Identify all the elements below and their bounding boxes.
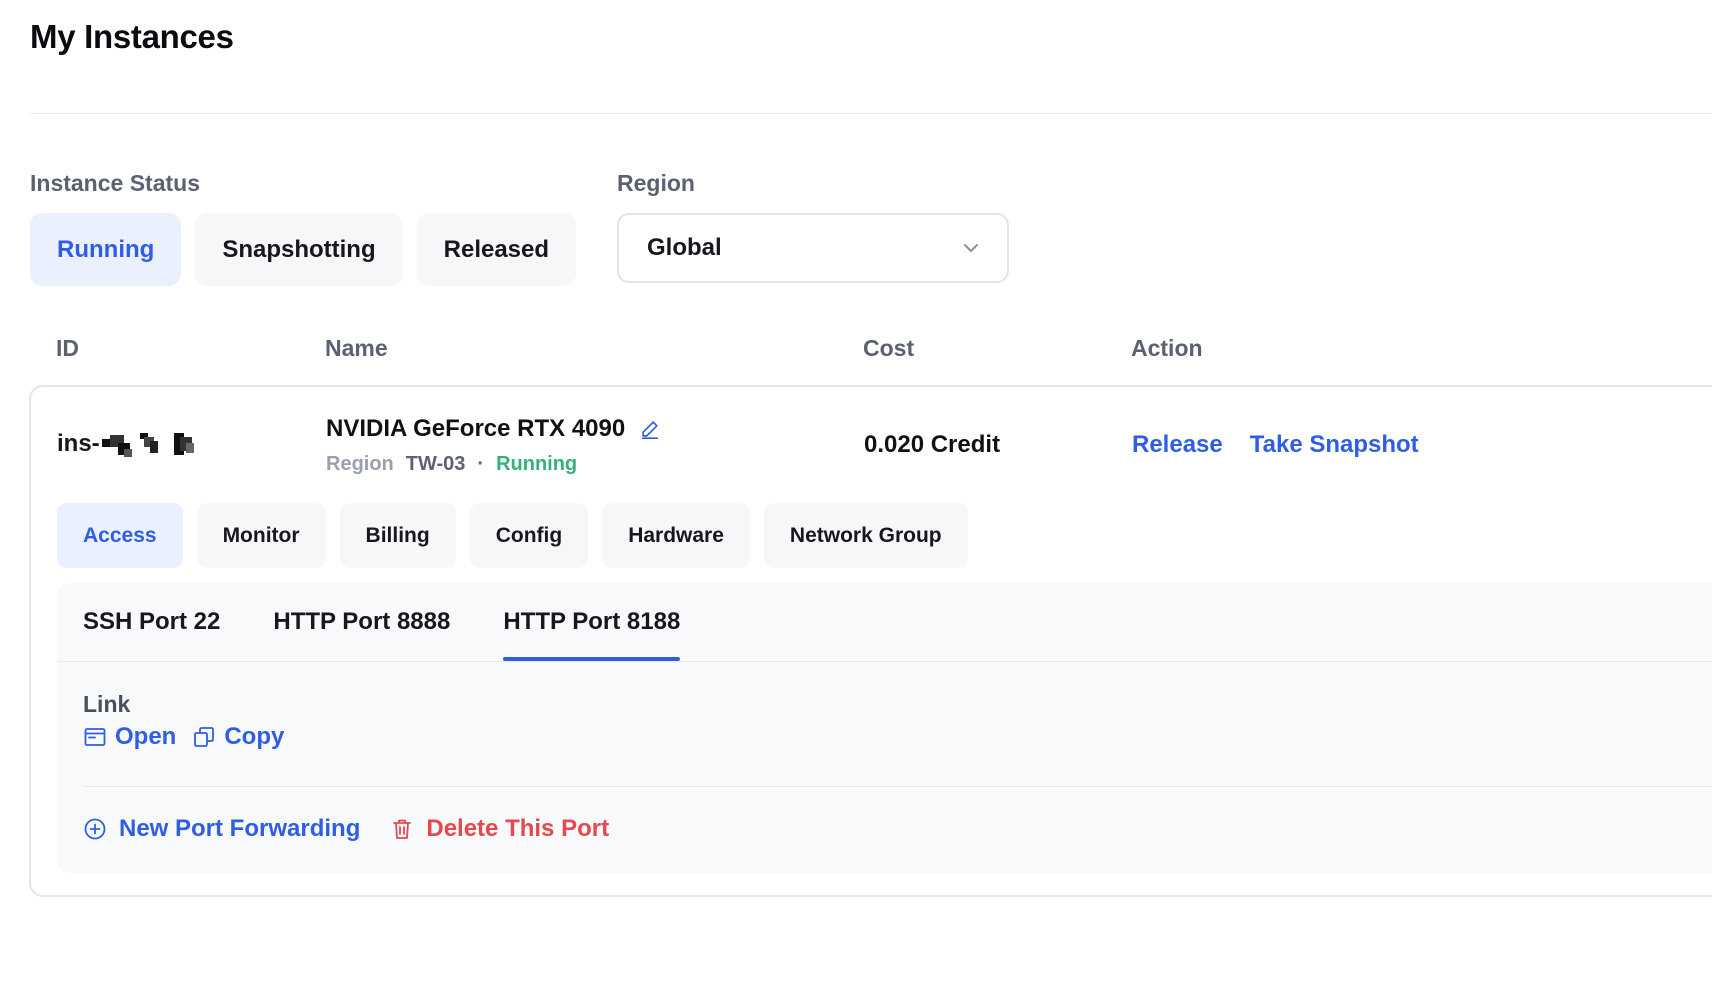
- status-filter-released[interactable]: Released: [416, 213, 577, 286]
- tab-network-group[interactable]: Network Group: [763, 503, 968, 568]
- delete-port-button[interactable]: Delete This Port: [390, 815, 609, 843]
- header-divider: [30, 113, 1712, 114]
- region-select-value: Global: [647, 234, 722, 261]
- status-filter-group: Running Snapshotting Released: [30, 213, 577, 286]
- region-label: Region: [617, 170, 695, 196]
- open-link-button[interactable]: Open: [83, 723, 176, 751]
- instance-status-label: Instance Status: [30, 170, 200, 196]
- browser-window-icon: [84, 728, 106, 746]
- instance-meta: Region TW-03 · Running: [326, 453, 577, 476]
- chevron-down-icon: [964, 244, 978, 252]
- tab-billing[interactable]: Billing: [339, 503, 456, 568]
- instance-region: TW-03: [405, 453, 466, 475]
- tab-hardware[interactable]: Hardware: [602, 503, 750, 568]
- take-snapshot-button[interactable]: Take Snapshot: [1250, 431, 1419, 459]
- copy-icon: [194, 727, 215, 747]
- link-label: Link: [83, 691, 131, 717]
- pencil-icon[interactable]: [639, 418, 661, 440]
- port-tab-http-8888[interactable]: HTTP Port 8888: [273, 583, 450, 661]
- new-port-forwarding-label: New Port Forwarding: [119, 815, 361, 842]
- port-tab-ssh-22[interactable]: SSH Port 22: [83, 583, 220, 661]
- link-actions: Open Copy: [83, 723, 284, 751]
- copy-link-button[interactable]: Copy: [192, 723, 284, 751]
- column-header-name: Name: [325, 335, 388, 361]
- panel-divider: [83, 786, 1712, 787]
- port-tabs: SSH Port 22 HTTP Port 8888 HTTP Port 818…: [83, 583, 680, 661]
- instance-region-label: Region: [326, 453, 394, 475]
- region-select[interactable]: Global: [617, 213, 1009, 283]
- access-panel: SSH Port 22 HTTP Port 8888 HTTP Port 818…: [57, 583, 1712, 873]
- tab-monitor[interactable]: Monitor: [196, 503, 326, 568]
- status-filter-running[interactable]: Running: [30, 213, 182, 286]
- status-filter-snapshotting[interactable]: Snapshotting: [195, 213, 403, 286]
- column-header-action: Action: [1131, 335, 1203, 361]
- page-title: My Instances: [30, 18, 234, 55]
- plus-circle-icon: [84, 818, 106, 840]
- trash-icon: [393, 819, 412, 839]
- port-tabs-divider: [57, 661, 1712, 662]
- release-button[interactable]: Release: [1132, 431, 1223, 459]
- port-tab-http-8188[interactable]: HTTP Port 8188: [503, 583, 680, 661]
- instance-actions: Release Take Snapshot: [1132, 431, 1419, 459]
- column-header-id: ID: [56, 335, 79, 361]
- copy-link-label: Copy: [224, 723, 285, 750]
- instance-tabs: Access Monitor Billing Config Hardware N…: [57, 503, 968, 568]
- instance-id-prefix: ins-: [57, 430, 100, 457]
- column-header-cost: Cost: [863, 335, 915, 361]
- delete-port-label: Delete This Port: [426, 815, 610, 842]
- open-link-label: Open: [115, 723, 177, 750]
- meta-separator: ·: [477, 453, 485, 475]
- instance-name-text: NVIDIA GeForce RTX 4090: [326, 415, 626, 442]
- instance-card: ins- NVIDIA GeForce RTX 4090 Region TW-0…: [29, 385, 1712, 897]
- instance-status-badge: Running: [496, 453, 578, 475]
- redacted-id-block: [101, 429, 197, 459]
- instance-id: ins-: [57, 429, 197, 459]
- port-actions: New Port Forwarding Delete This Port: [83, 815, 609, 843]
- new-port-forwarding-button[interactable]: New Port Forwarding: [83, 815, 360, 843]
- tab-access[interactable]: Access: [57, 503, 183, 568]
- instance-cost: 0.020 Credit: [864, 431, 1001, 458]
- tab-config[interactable]: Config: [469, 503, 589, 568]
- instance-name: NVIDIA GeForce RTX 4090: [326, 415, 661, 443]
